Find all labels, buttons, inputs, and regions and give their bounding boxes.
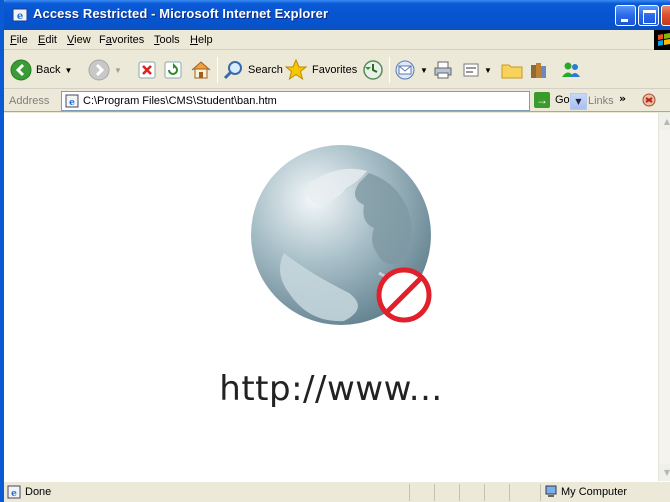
forward-button[interactable]: ▼ (88, 55, 122, 85)
scroll-down-icon[interactable]: ▼ (659, 464, 670, 481)
status-pane-divider (540, 484, 541, 501)
address-bar: Address e C:\Program Files\CMS\Student\b… (4, 90, 670, 112)
windows-logo-icon (654, 30, 670, 50)
forward-arrow-icon (88, 59, 110, 81)
stop-button[interactable] (138, 55, 156, 85)
menu-tools[interactable]: Tools (154, 34, 180, 46)
chevron-down-icon[interactable]: ▼ (64, 66, 72, 75)
links-label[interactable]: Links (588, 95, 614, 107)
menu-view[interactable]: View (67, 34, 91, 46)
edit-button[interactable]: ▼ (462, 55, 492, 85)
research-button[interactable] (528, 55, 550, 85)
status-pane-divider (459, 484, 460, 501)
refresh-icon (164, 61, 182, 79)
window-title: Access Restricted - Microsoft Internet E… (33, 6, 329, 21)
go-arrow-icon: → (534, 92, 550, 108)
page-content: http://www... (4, 113, 658, 481)
status-pane-divider (409, 484, 410, 501)
restricted-globe-icon (251, 145, 432, 325)
blocked-url-text: http://www... (219, 369, 443, 409)
status-text: Done (25, 486, 52, 498)
menu-file[interactable]: File (10, 34, 28, 46)
links-chevron[interactable]: » (619, 92, 626, 105)
back-button[interactable]: Back ▼ (10, 55, 72, 85)
maximize-button[interactable] (638, 5, 659, 26)
ie-icon: e (12, 8, 28, 22)
close-button[interactable] (661, 5, 670, 26)
svg-text:e: e (11, 489, 17, 499)
my-computer-icon (545, 485, 557, 497)
scroll-up-icon[interactable]: ▲ (659, 113, 670, 130)
messenger-icon (562, 62, 580, 77)
address-dropdown-icon[interactable]: ▼ (570, 93, 587, 110)
go-button[interactable]: → Go (534, 92, 570, 108)
home-button[interactable] (190, 55, 212, 85)
mail-button[interactable]: ▼ (394, 55, 428, 85)
refresh-button[interactable] (164, 55, 182, 85)
address-input[interactable]: e C:\Program Files\CMS\Student\ban.htm ▼ (61, 91, 587, 111)
printer-icon (434, 61, 452, 79)
history-icon (363, 60, 383, 80)
search-button[interactable]: Search (222, 55, 283, 85)
folder-icon (501, 64, 523, 79)
favorites-button[interactable]: Favorites (284, 55, 357, 85)
chevron-down-icon[interactable]: ▼ (484, 66, 492, 75)
toolbar-extension-icon[interactable] (642, 92, 658, 108)
vertical-scrollbar[interactable]: ▲ ▼ (658, 113, 670, 481)
back-arrow-icon (10, 59, 32, 81)
messenger-button[interactable] (559, 55, 583, 85)
toolbar-separator (389, 57, 390, 83)
security-zone-text: My Computer (561, 486, 628, 498)
title-bar[interactable]: e Access Restricted - Microsoft Internet… (4, 0, 670, 30)
status-pane-divider (434, 484, 435, 501)
standard-toolbar: Back ▼ ▼ Search Favorites ▼ ▼ (4, 51, 670, 89)
research-books-icon (531, 63, 546, 78)
svg-text:e: e (17, 11, 23, 22)
print-button[interactable] (432, 55, 454, 85)
svg-text:e: e (69, 98, 75, 108)
chevron-down-icon[interactable]: ▼ (114, 66, 122, 75)
edit-page-icon (463, 63, 479, 77)
menu-edit[interactable]: Edit (38, 34, 57, 46)
address-label: Address (9, 95, 50, 107)
toolbar-separator (217, 57, 218, 83)
menu-favorites[interactable]: Favorites (99, 34, 144, 46)
page-icon: e (65, 94, 79, 108)
page-done-icon: e (7, 485, 21, 499)
folder-button[interactable] (500, 55, 524, 85)
browser-window: e Access Restricted - Microsoft Internet… (0, 0, 670, 502)
menu-bar: File Edit View Favorites Tools Help (4, 30, 670, 50)
stop-icon (138, 61, 156, 79)
search-icon (223, 61, 242, 80)
status-bar: e Done My Computer (4, 481, 670, 502)
mail-icon (395, 60, 415, 80)
star-icon (284, 58, 308, 81)
history-button[interactable] (362, 55, 384, 85)
status-pane-divider (484, 484, 485, 501)
menu-help[interactable]: Help (190, 34, 213, 46)
home-icon (191, 61, 211, 79)
address-value: C:\Program Files\CMS\Student\ban.htm (83, 95, 277, 107)
status-pane-divider (509, 484, 510, 501)
minimize-button[interactable] (615, 5, 636, 26)
chevron-down-icon[interactable]: ▼ (420, 66, 428, 75)
